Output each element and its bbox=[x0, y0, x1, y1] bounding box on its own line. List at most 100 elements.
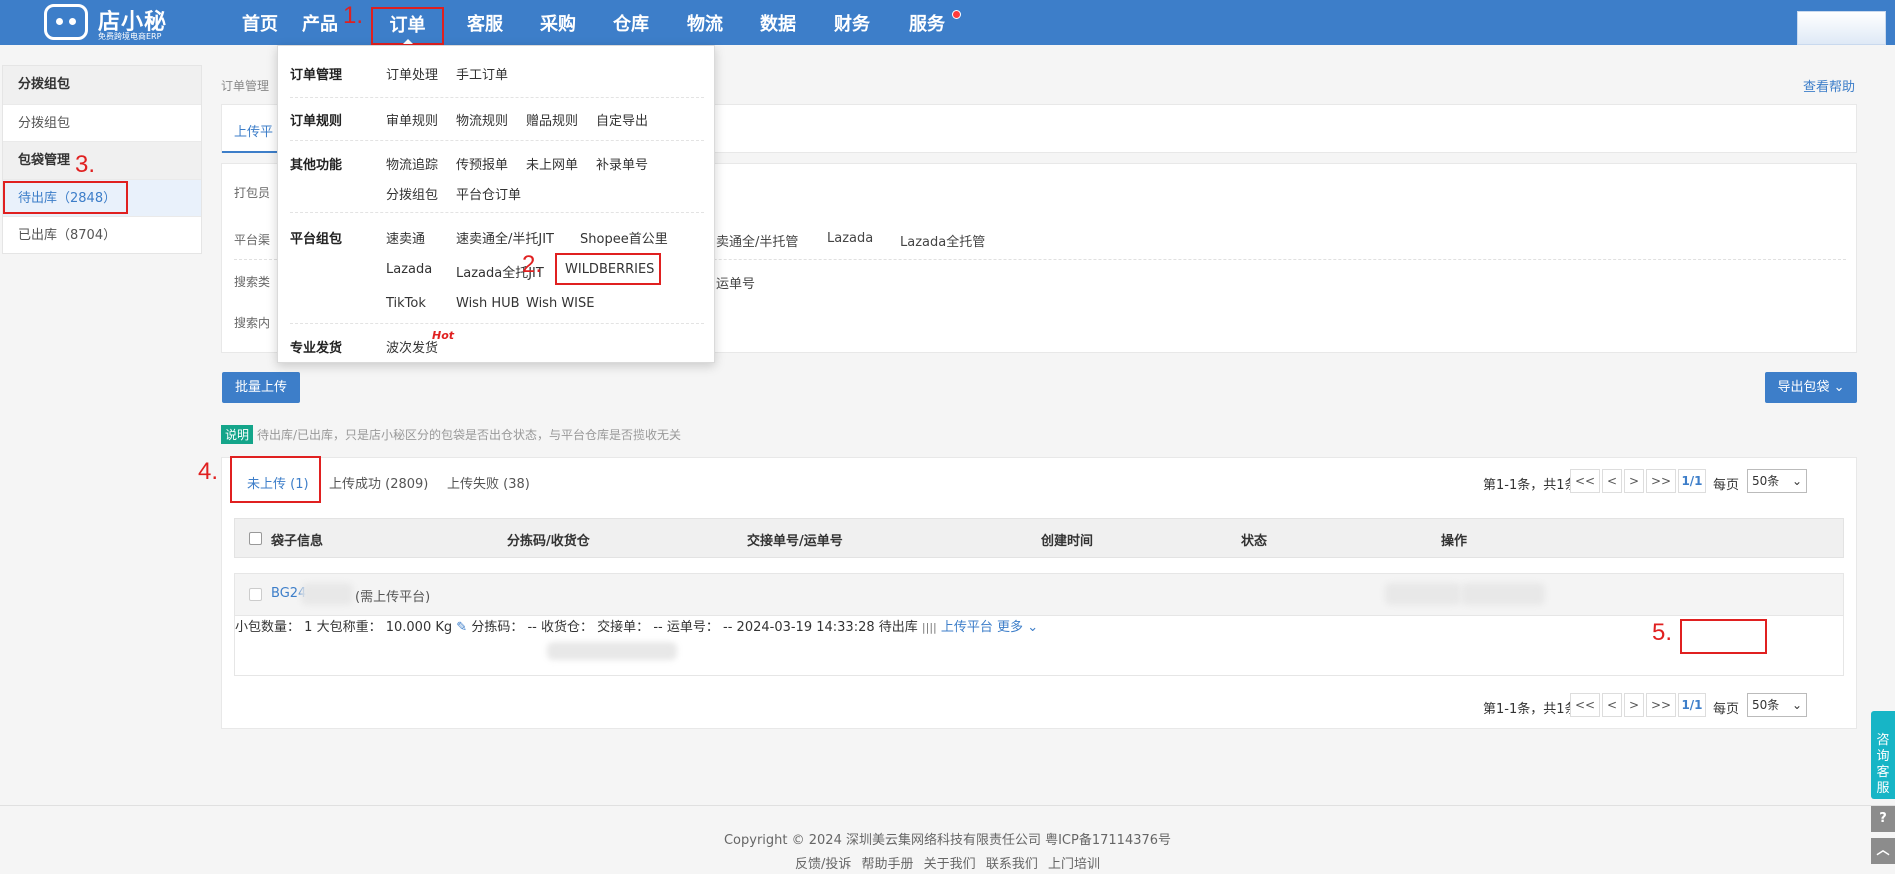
platform-option[interactable]: Lazada bbox=[827, 231, 873, 246]
nav-home[interactable]: 首页 bbox=[226, 0, 294, 45]
menu-item[interactable]: 传预报单 bbox=[456, 154, 508, 173]
nav-warehouse[interactable]: 仓库 bbox=[597, 0, 665, 45]
annotation-1: 1. bbox=[343, 2, 364, 29]
barcode-icon: |||| bbox=[921, 621, 937, 634]
row-checkbox[interactable] bbox=[249, 588, 262, 601]
blurred-field bbox=[1461, 583, 1545, 605]
robot-logo-icon bbox=[44, 4, 88, 40]
export-bags-button[interactable]: 导出包袋 ⌄ bbox=[1765, 372, 1857, 403]
nav-finance[interactable]: 财务 bbox=[818, 0, 886, 45]
nav-services[interactable]: 服务 bbox=[893, 0, 961, 45]
last-page-button[interactable]: >> bbox=[1646, 693, 1676, 717]
last-page-button[interactable]: >> bbox=[1646, 469, 1676, 493]
search-type-option[interactable]: 运单号 bbox=[716, 273, 755, 292]
menu-item[interactable]: 速卖通 bbox=[386, 228, 425, 247]
nav-service[interactable]: 客服 bbox=[451, 0, 519, 45]
table-header: 袋子信息 分拣码/收货仓 交接单号/运单号 创建时间 状态 操作 bbox=[234, 518, 1844, 558]
filter-label-search-content: 搜索内 bbox=[234, 316, 271, 330]
app-logo[interactable]: 店小秘 免费跨境电商ERP bbox=[44, 4, 174, 41]
upload-platform-link[interactable]: 上传平台 bbox=[941, 620, 993, 635]
menu-item[interactable]: Wish WISE bbox=[526, 296, 594, 311]
chevron-down-icon: ⌄ bbox=[1791, 474, 1802, 488]
user-account-box[interactable] bbox=[1797, 11, 1886, 45]
per-page-select[interactable]: 50条 ⌄ bbox=[1747, 693, 1807, 717]
nav-logistics[interactable]: 物流 bbox=[671, 0, 739, 45]
pager-summary: 第1-1条，共1条 bbox=[1483, 702, 1578, 717]
menu-item[interactable]: 赠品规则 bbox=[526, 110, 578, 129]
footer-link-training[interactable]: 上门培训 bbox=[1048, 857, 1100, 872]
more-label: 更多 bbox=[997, 620, 1024, 635]
bag-list-panel: 未上传 (1) 上传成功 (2809) 上传失败 (38) 第1-1条，共1条 … bbox=[221, 457, 1857, 729]
help-question-icon[interactable]: ? bbox=[1871, 806, 1895, 832]
prev-page-button[interactable]: < bbox=[1602, 469, 1622, 493]
per-page-select[interactable]: 50条 ⌄ bbox=[1747, 469, 1807, 493]
menu-item[interactable]: 物流规则 bbox=[456, 110, 508, 129]
select-all-checkbox[interactable] bbox=[249, 532, 262, 545]
order-dropdown-menu: 订单管理 订单处理 手工订单 订单规则 审单规则 物流规则 赠品规则 自定导出 … bbox=[277, 45, 715, 363]
blurred-bag-number bbox=[301, 583, 353, 605]
menu-item[interactable]: 分拨组包 bbox=[386, 184, 438, 203]
info-text: 待出库/已出库，只是店小秘区分的包袋是否出仓状态，与平台仓库是否揽收无关 bbox=[257, 428, 682, 442]
breadcrumb[interactable]: 订单管理 bbox=[221, 77, 269, 94]
tab-upload-failed[interactable]: 上传失败 (38) bbox=[447, 473, 530, 492]
chevron-down-icon: ⌄ bbox=[1791, 698, 1802, 712]
small-count-value: 1 bbox=[304, 620, 313, 635]
footer-links: 反馈/投诉 帮助手册 关于我们 联系我们 上门培训 bbox=[0, 853, 1895, 872]
blurred-warehouse bbox=[547, 642, 677, 660]
waybill-label: 运单号： bbox=[666, 620, 719, 635]
next-page-button[interactable]: > bbox=[1624, 469, 1644, 493]
menu-item[interactable]: 手工订单 bbox=[456, 64, 508, 83]
prev-page-button[interactable]: < bbox=[1602, 693, 1622, 717]
next-page-button[interactable]: > bbox=[1624, 693, 1644, 717]
handover-value: -- bbox=[653, 620, 663, 635]
menu-item[interactable]: 审单规则 bbox=[386, 110, 438, 129]
status-text: 待出库 bbox=[878, 620, 918, 635]
sidebar-group-title: 分拨组包 bbox=[3, 66, 201, 104]
current-page: 1/1 bbox=[1678, 693, 1706, 717]
menu-item[interactable]: 平台仓订单 bbox=[456, 184, 521, 203]
platform-option[interactable]: Lazada全托管 bbox=[900, 231, 985, 250]
copyright: Copyright © 2024 深圳美云集网络科技有限责任公司 粤ICP备17… bbox=[723, 833, 1172, 848]
created-time: 2024-03-19 14:33:28 bbox=[736, 620, 875, 635]
first-page-button[interactable]: << bbox=[1570, 469, 1600, 493]
menu-item[interactable]: 自定导出 bbox=[596, 110, 648, 129]
menu-item[interactable]: Lazada bbox=[386, 262, 432, 277]
nav-purchase[interactable]: 采购 bbox=[524, 0, 592, 45]
menu-item[interactable]: 物流追踪 bbox=[386, 154, 438, 173]
nav-order[interactable]: 订单 bbox=[371, 7, 444, 45]
platform-option[interactable]: 卖通全/半托管 bbox=[716, 231, 798, 250]
sidebar-item-shipped[interactable]: 已出库（8704） bbox=[3, 216, 201, 253]
menu-item[interactable]: 订单处理 bbox=[386, 64, 438, 83]
help-link[interactable]: 查看帮助 bbox=[1803, 76, 1855, 95]
menu-category: 专业发货 bbox=[290, 341, 343, 356]
first-page-button[interactable]: << bbox=[1570, 693, 1600, 717]
menu-item[interactable]: 速卖通全/半托JIT bbox=[456, 228, 554, 247]
edit-icon[interactable]: ✎ bbox=[456, 620, 467, 635]
menu-item[interactable]: 波次发货 bbox=[386, 337, 438, 356]
menu-item[interactable]: TikTok bbox=[386, 296, 426, 311]
more-actions-link[interactable]: 更多 ⌄ bbox=[997, 620, 1038, 635]
sort-code-label: 分拣码： bbox=[471, 620, 524, 635]
batch-upload-button[interactable]: 批量上传 bbox=[222, 372, 300, 403]
sidebar-item-split-pack[interactable]: 分拨组包 bbox=[3, 104, 201, 141]
nav-data[interactable]: 数据 bbox=[744, 0, 812, 45]
highlight-box bbox=[230, 456, 321, 503]
col-created: 创建时间 bbox=[1041, 534, 1094, 549]
footer-link-help[interactable]: 帮助手册 bbox=[862, 857, 914, 872]
menu-item[interactable]: 补录单号 bbox=[596, 154, 648, 173]
back-to-top-icon[interactable]: ︿ bbox=[1871, 838, 1895, 864]
filter-label-search-type: 搜索类 bbox=[234, 275, 271, 289]
tab-upload-platform[interactable]: 上传平 bbox=[222, 105, 282, 153]
menu-item[interactable]: Wish HUB bbox=[456, 296, 520, 311]
consult-service-button[interactable]: 咨询客服 bbox=[1871, 711, 1895, 799]
tab-upload-success[interactable]: 上传成功 (2809) bbox=[329, 473, 428, 492]
menu-item[interactable]: Shopee首公里 bbox=[580, 228, 668, 247]
footer-link-feedback[interactable]: 反馈/投诉 bbox=[795, 857, 851, 872]
menu-item[interactable]: 未上网单 bbox=[526, 154, 578, 173]
footer-link-contact[interactable]: 联系我们 bbox=[986, 857, 1038, 872]
menu-group: 订单规则 审单规则 物流规则 赠品规则 自定导出 bbox=[290, 98, 704, 141]
menu-category: 订单管理 bbox=[290, 68, 343, 83]
footer-link-about[interactable]: 关于我们 bbox=[924, 857, 976, 872]
menu-item-wildberries[interactable]: WILDBERRIES bbox=[555, 253, 661, 285]
info-tip: 说明 待出库/已出库，只是店小秘区分的包袋是否出仓状态，与平台仓库是否揽收无关 bbox=[221, 425, 681, 444]
